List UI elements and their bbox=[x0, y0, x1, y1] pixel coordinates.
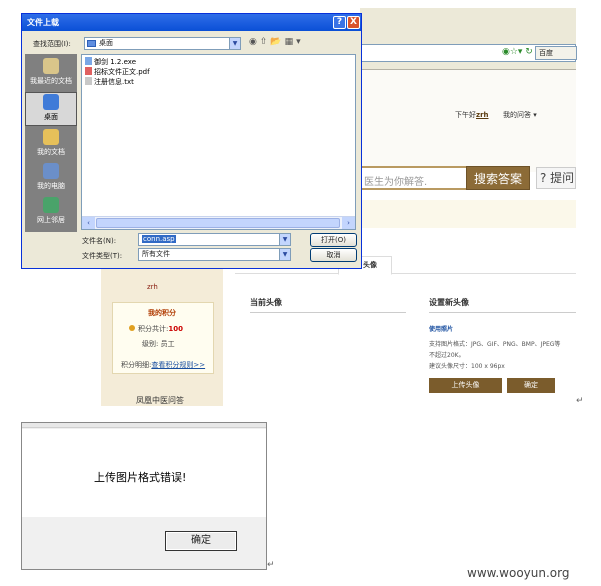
filetype-select[interactable]: 所有文件 ▼ bbox=[138, 248, 291, 261]
list-item[interactable]: 御剑 1.2.exe bbox=[85, 57, 136, 67]
forum-name: 凤凰中医问答 bbox=[136, 396, 184, 405]
recent-documents-icon bbox=[43, 58, 59, 74]
site-header bbox=[360, 70, 576, 172]
ask-question-button[interactable]: ? 提问 bbox=[536, 167, 576, 189]
help-icon[interactable]: ? bbox=[333, 16, 346, 29]
user-level: 级别: 员工 bbox=[142, 340, 175, 348]
error-message-box: 上传图片格式错误! 确定 bbox=[21, 422, 267, 570]
greeting-text: 下午好zrh bbox=[455, 111, 489, 119]
sidebar-item-desktop[interactable]: 桌面 bbox=[25, 92, 77, 126]
close-icon[interactable]: X bbox=[347, 16, 360, 29]
my-questions-menu[interactable]: 我的问答 ▾ bbox=[503, 110, 537, 120]
filename-label: 文件名(N): bbox=[82, 237, 117, 245]
sidebar-item-my-documents[interactable]: 我的文档 bbox=[25, 128, 77, 162]
username-link[interactable]: zrh bbox=[476, 111, 489, 119]
new-avatar-title: 设置新头像 bbox=[429, 298, 469, 307]
divider bbox=[429, 312, 576, 313]
horizontal-scrollbar[interactable]: ‹ › bbox=[82, 216, 355, 229]
baidu-search-box[interactable]: 百度 bbox=[535, 46, 577, 60]
paragraph-mark: ↵ bbox=[576, 396, 584, 406]
network-places-icon bbox=[43, 197, 59, 213]
sidebar-item-my-computer[interactable]: 我的电脑 bbox=[25, 162, 77, 196]
my-computer-icon bbox=[43, 163, 59, 179]
score-rules-link[interactable]: 查看积分规则>> bbox=[151, 361, 205, 369]
message-box-body: 上传图片格式错误! bbox=[22, 429, 266, 517]
score-detail: 积分明细:查看积分规则>> bbox=[121, 361, 206, 369]
error-message-text: 上传图片格式错误! bbox=[94, 471, 187, 484]
confirm-avatar-button[interactable]: 确定 bbox=[507, 378, 555, 393]
header-stripe bbox=[360, 200, 576, 228]
browser-toolbar: ◉☆▾ ↻ 百度 bbox=[360, 8, 577, 70]
desktop-folder-icon bbox=[87, 40, 96, 47]
open-button[interactable]: 打开(O) bbox=[310, 233, 357, 247]
pdf-file-icon bbox=[85, 67, 92, 75]
suggested-size-text: 建议头像尺寸：100 x 96px bbox=[429, 363, 505, 370]
cancel-button[interactable]: 取消 bbox=[310, 248, 357, 262]
sidebar-item-network[interactable]: 网上邻居 bbox=[25, 196, 77, 230]
look-in-label: 查找范围(I): bbox=[33, 40, 71, 48]
navigation-toolbar-icons[interactable]: ◉⇧📂▦▾ bbox=[249, 37, 304, 47]
ok-button[interactable]: 确定 bbox=[165, 531, 237, 551]
watermark: www.wooyun.org bbox=[467, 566, 570, 580]
chevron-down-icon[interactable]: ▼ bbox=[229, 38, 240, 49]
dialog-title: 文件上载 bbox=[22, 14, 361, 31]
file-list: 御剑 1.2.exe 招标文件正文.pdf 注册信息.txt ‹ › bbox=[81, 54, 356, 230]
address-bar-icons[interactable]: ◉☆▾ ↻ bbox=[502, 47, 533, 57]
scroll-left-icon[interactable]: ‹ bbox=[82, 217, 95, 229]
filename-input[interactable]: conn.asp ▼ bbox=[138, 233, 291, 246]
current-avatar-title: 当前头像 bbox=[250, 298, 282, 307]
score-total: 积分共计:100 bbox=[138, 325, 183, 333]
file-upload-dialog: 文件上载 ? X 查找范围(I): 桌面 ▼ ◉⇧📂▦▾ 我最近的文档 桌面 我… bbox=[21, 13, 362, 269]
size-limit-text: 不超过20K。 bbox=[429, 352, 465, 359]
score-title: 我的积分 bbox=[148, 309, 176, 317]
use-photo-link[interactable]: 使用照片 bbox=[429, 324, 453, 333]
message-box-header bbox=[22, 423, 266, 428]
upload-avatar-button[interactable]: 上传头像 bbox=[429, 378, 502, 393]
scroll-right-icon[interactable]: › bbox=[342, 217, 355, 229]
coin-icon bbox=[129, 325, 135, 331]
sidebar-item-recent[interactable]: 我最近的文档 bbox=[25, 57, 77, 91]
list-item[interactable]: 招标文件正文.pdf bbox=[85, 67, 150, 77]
desktop-icon bbox=[43, 94, 59, 110]
places-bar: 我最近的文档 桌面 我的文档 我的电脑 网上邻居 bbox=[25, 54, 77, 232]
exe-file-icon bbox=[85, 57, 92, 65]
user-name: zrh bbox=[147, 283, 158, 291]
my-documents-icon bbox=[43, 129, 59, 145]
list-item[interactable]: 注册信息.txt bbox=[85, 77, 134, 87]
filetype-label: 文件类型(T): bbox=[82, 252, 123, 260]
chevron-down-icon[interactable]: ▼ bbox=[279, 234, 290, 245]
scroll-thumb[interactable] bbox=[96, 218, 340, 228]
search-button[interactable]: 搜索答案 bbox=[466, 166, 530, 190]
paragraph-mark: ↵ bbox=[267, 560, 275, 570]
txt-file-icon bbox=[85, 77, 92, 85]
divider bbox=[250, 312, 406, 313]
supported-formats-text: 支持图片格式：JPG、GIF、PNG、BMP、JPEG等 bbox=[429, 341, 561, 348]
chevron-down-icon[interactable]: ▼ bbox=[279, 249, 290, 260]
look-in-select[interactable]: 桌面 ▼ bbox=[84, 37, 241, 50]
